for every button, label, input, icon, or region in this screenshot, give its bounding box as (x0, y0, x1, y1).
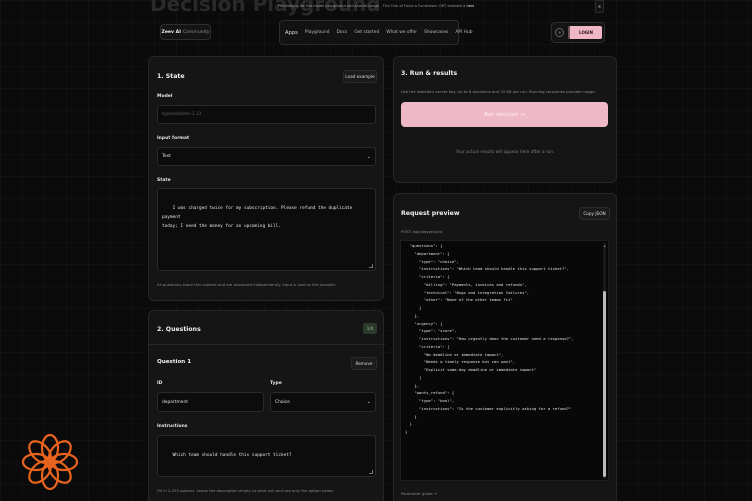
question-id-input[interactable]: department (157, 392, 264, 412)
state-label: State (157, 178, 171, 183)
code-line: "Needs a timely response but can wait", (405, 359, 516, 365)
header-actions: ☼ LOGIN (551, 22, 605, 43)
question-type-label: Type (270, 381, 282, 386)
run-decision-button[interactable]: Run decision → (401, 102, 608, 127)
code-line: "billing": "Payments, invoices and refun… (405, 281, 527, 287)
chevron-down-icon: ⌄ (366, 399, 371, 405)
resize-handle-icon[interactable] (369, 470, 373, 474)
resize-handle-icon[interactable] (369, 264, 373, 268)
code-line: "technical": "Bugs and integration failu… (405, 289, 530, 295)
scroll-up-icon[interactable]: ▴ (604, 243, 606, 248)
questions-title: 2. Questions (157, 326, 201, 333)
nav-what-we-offer[interactable]: What we offer (386, 30, 417, 35)
code-line: "Explicit same-day deadline or immediate… (405, 367, 537, 372)
code-line: } (405, 413, 417, 419)
code-line: }, (405, 312, 420, 318)
code-line: } (405, 429, 408, 434)
code-line: "department": { (405, 250, 450, 256)
main-nav: Apps Playground Docs Get started What we… (279, 20, 473, 45)
code-line: "type": "score", (405, 328, 457, 334)
model-label: Model (157, 94, 173, 99)
page-title-background: Decision Playground (150, 0, 381, 16)
brand-name: Zeev AI (161, 29, 181, 35)
announcement-bar: Fundraising for the model playground and… (278, 4, 474, 8)
chevron-down-icon: ⌄ (366, 153, 371, 160)
code-line: "instructions": "Which team should handl… (405, 266, 569, 272)
code-line: "wants_refund": { (405, 390, 455, 396)
question-count-badge: 1/4 (363, 323, 377, 334)
code-line: "questions": { (405, 243, 443, 248)
code-line: }, (405, 382, 420, 388)
code-lines: "questions": { "department": { "type": "… (405, 242, 608, 436)
request-json-code: "questions": { "department": { "type": "… (400, 240, 609, 481)
questions-divider (149, 344, 385, 345)
question-type-value: Choice (275, 399, 290, 405)
code-line: ] (405, 374, 422, 380)
request-preview-title: Request preview (401, 210, 460, 217)
brand-community: Community (182, 29, 210, 35)
code-line: "instructions": "Is the customer explici… (405, 405, 572, 411)
nav-docs[interactable]: Docs (337, 30, 348, 35)
announcement-close-button[interactable]: x (595, 0, 604, 13)
code-line: } (405, 421, 413, 427)
nav-get-started[interactable]: Get started (354, 30, 379, 35)
state-panel: 1. State Load example Model typesafe/zev… (148, 56, 384, 301)
results-placeholder: Your actual results will appear here aft… (455, 149, 555, 154)
question-instructions-label: Instructions (157, 424, 188, 429)
copy-json-button[interactable]: Copy JSON (579, 207, 610, 220)
parameter-guide-link[interactable]: Parameter guide → (401, 491, 437, 496)
state-title: 1. State (157, 73, 185, 80)
question-id-label: ID (157, 381, 163, 386)
code-line: "urgency": { (405, 320, 443, 326)
request-endpoint: POST /api/playground (401, 229, 443, 234)
state-text: I was charged twice for my subscription.… (162, 206, 353, 229)
question-1-title: Question 1 (157, 359, 192, 365)
code-line: "criteria": { (405, 274, 450, 279)
questions-panel: 2. Questions 1/4 Question 1 Remove ID de… (148, 310, 385, 501)
remove-question-button[interactable]: Remove (351, 357, 377, 370)
code-line: "type": "bool", (405, 398, 455, 403)
brand-logo-button[interactable]: Zeev AI Community (160, 24, 211, 40)
question-instructions-text: Which team should handle this support ti… (172, 453, 292, 458)
questions-hint: Fill in 2-255 options. Leave the descrip… (157, 488, 334, 493)
brand-flower-logo (21, 433, 79, 491)
nav-apps[interactable]: Apps (285, 30, 298, 36)
model-input[interactable]: typesafe/zev-1.13 (157, 105, 376, 124)
question-instructions-textarea[interactable]: Which team should handle this support ti… (157, 435, 376, 477)
run-description: Use the website's server key. Up to 8 qu… (401, 89, 596, 94)
code-line: } (405, 305, 422, 310)
run-title: 3. Run & results (401, 70, 458, 77)
input-format-select[interactable]: Text ⌄ (157, 147, 376, 166)
code-scrollbar[interactable]: ▴ (603, 243, 606, 479)
code-line: "instructions": "How urgently does the c… (405, 336, 574, 341)
input-format-value: Text (162, 154, 171, 159)
state-hint: All questions share this context and are… (157, 282, 337, 287)
code-line: "type": "choice", (405, 258, 459, 264)
announcement-text: Fundraising for the model playground and… (278, 4, 467, 8)
announcement-link[interactable]: here (466, 4, 474, 8)
question-type-select[interactable]: Choice ⌄ (270, 392, 376, 412)
code-line: "No deadline or immediate impact", (405, 351, 504, 357)
code-line: "criteria": [ (405, 343, 450, 349)
nav-api-hub[interactable]: API Hub (455, 30, 472, 35)
scroll-thumb[interactable] (603, 291, 606, 477)
nav-playground[interactable]: Playground (305, 30, 330, 35)
login-button[interactable]: LOGIN (568, 26, 602, 39)
state-textarea[interactable]: I was charged twice for my subscription.… (157, 188, 376, 271)
code-line: "other": "None of the other teams fit" (405, 297, 513, 303)
theme-toggle-icon[interactable]: ☼ (555, 28, 564, 37)
nav-showcases[interactable]: Showcases (424, 30, 448, 35)
input-format-label: Input format (157, 136, 190, 141)
load-example-button[interactable]: Load example (343, 70, 377, 83)
